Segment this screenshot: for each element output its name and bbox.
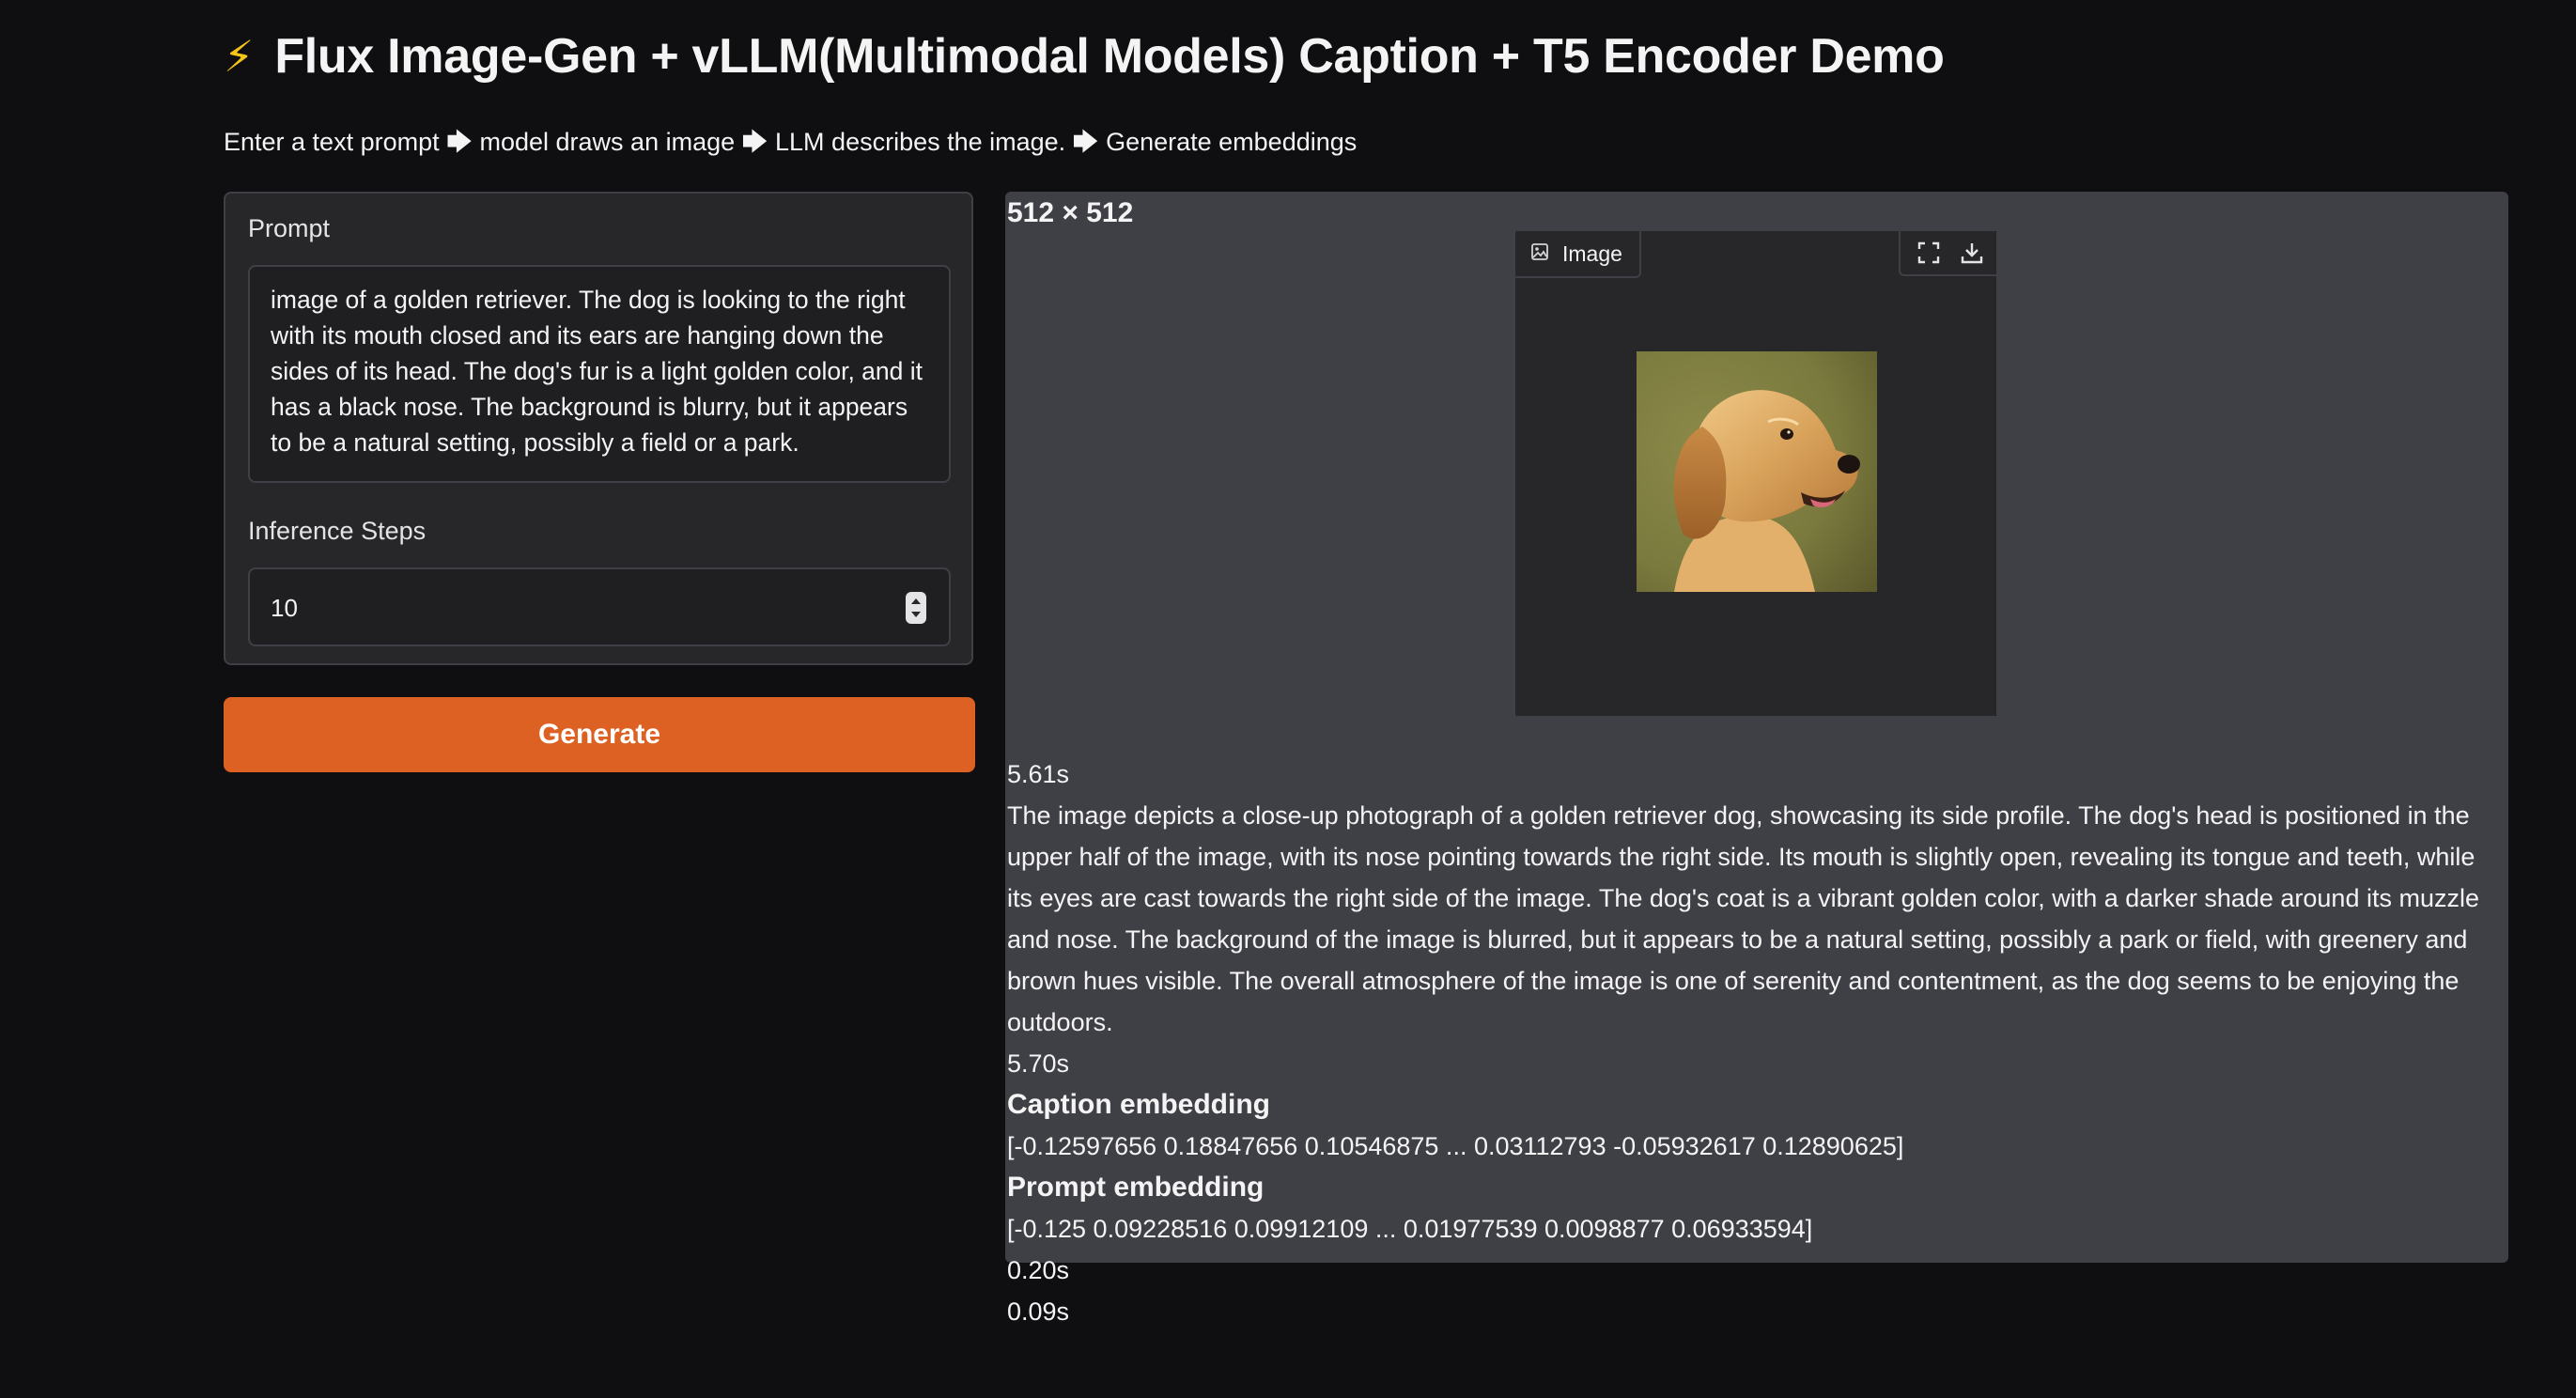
results-text: 5.61s The image depicts a close-up photo… [1007, 753, 2506, 1332]
image-toolbar [1899, 231, 1996, 276]
app-page: ⚡ Flux Image-Gen + vLLM(Multimodal Model… [0, 0, 2576, 1398]
inference-steps-label: Inference Steps [248, 517, 427, 545]
image-output: Image [1515, 231, 1996, 716]
output-panel: 512 × 512 Image 5.61s The image depicts … [1005, 192, 2508, 1326]
prompt-embedding-heading: Prompt embedding [1007, 1172, 1265, 1203]
caption-generation-time: 5.70s [1007, 1049, 1070, 1078]
generated-dog-image[interactable] [1637, 351, 1877, 592]
inference-steps-input[interactable]: 10 [248, 567, 951, 646]
download-icon[interactable] [1955, 236, 1989, 270]
input-panel: Prompt image of a golden retriever. The … [224, 192, 973, 665]
generate-button[interactable]: Generate [224, 697, 975, 772]
prompt-label: Prompt [248, 214, 331, 242]
number-spinner-icon[interactable] [906, 592, 926, 624]
prompt-textarea[interactable]: image of a golden retriever. The dog is … [248, 265, 951, 483]
image-caption: The image depicts a close-up photograph … [1007, 801, 2479, 1036]
page-title: Flux Image-Gen + vLLM(Multimodal Models)… [274, 29, 1945, 84]
image-output-label: Image [1515, 231, 1641, 278]
image-resolution: 512 × 512 [1007, 197, 1134, 228]
embedding-time-1: 0.20s [1007, 1256, 1070, 1284]
fullscreen-icon[interactable] [1912, 236, 1946, 270]
image-generation-time: 5.61s [1007, 760, 1070, 788]
title-row: ⚡ Flux Image-Gen + vLLM(Multimodal Model… [224, 28, 1945, 85]
page-description: Enter a text prompt 🡆 model draws an ima… [224, 128, 1358, 156]
caption-embedding-heading: Caption embedding [1007, 1089, 1270, 1120]
image-label-text: Image [1562, 241, 1622, 266]
image-icon [1530, 241, 1549, 267]
lightning-icon: ⚡ [224, 32, 255, 81]
caption-embedding-values: [-0.12597656 0.18847656 0.10546875 ... 0… [1007, 1132, 1904, 1160]
prompt-embedding-values: [-0.125 0.09228516 0.09912109 ... 0.0197… [1007, 1215, 1813, 1243]
embedding-time-2: 0.09s [1007, 1297, 1070, 1326]
inference-steps-value: 10 [271, 594, 298, 622]
